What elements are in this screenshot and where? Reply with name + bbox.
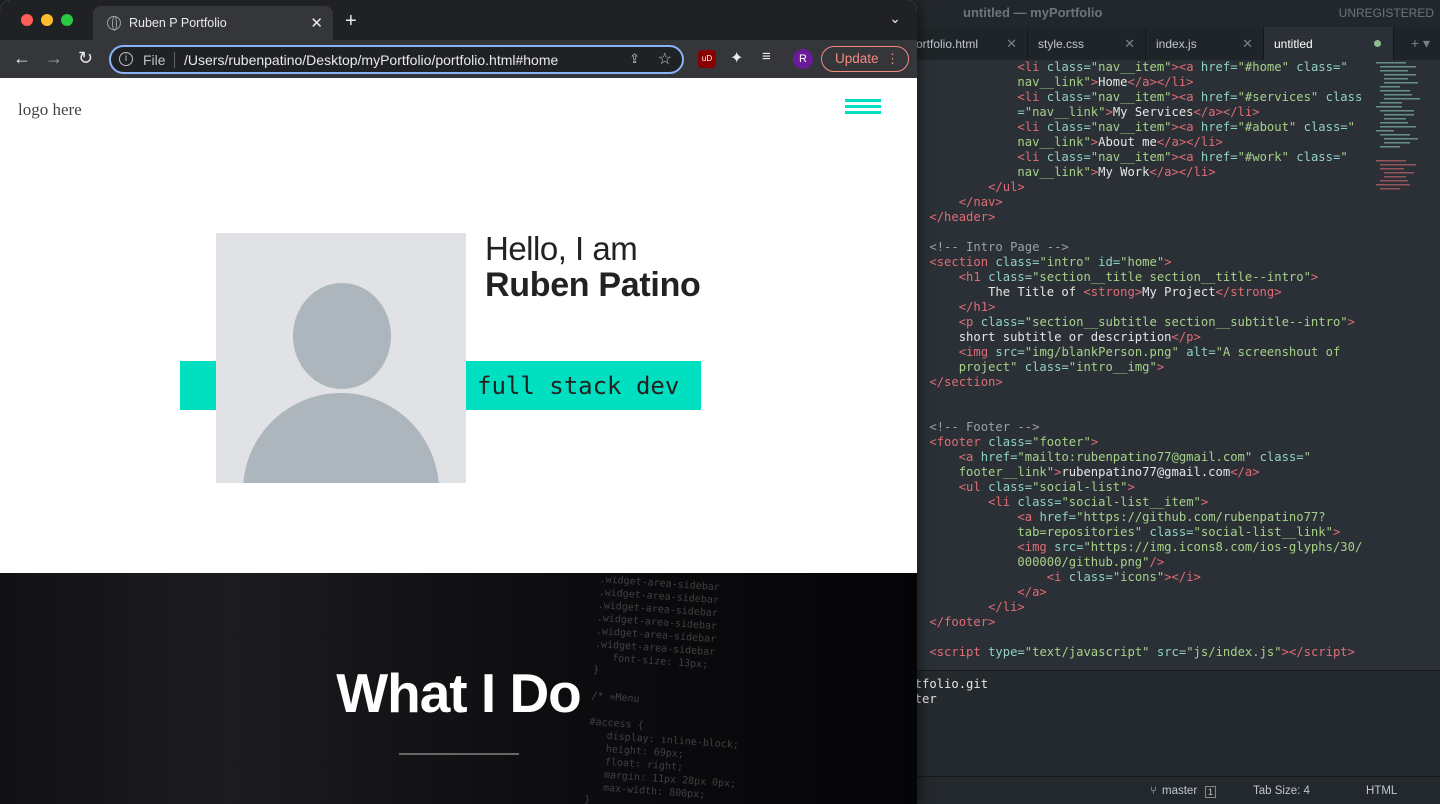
editor-tab-label: untitled — [1274, 36, 1313, 51]
code-area[interactable]: <li class="nav__item"><a href="#home" cl… — [900, 60, 1380, 670]
close-icon[interactable]: ✕ — [1006, 36, 1017, 52]
intro-subtitle: full stack dev — [477, 372, 680, 400]
person-head-shape — [293, 283, 391, 389]
page-viewport[interactable]: logo here Hello, I am Ruben Patino full … — [0, 78, 917, 804]
logo-broken-image[interactable]: logo here — [18, 100, 82, 120]
editor-tab-label: ortfolio.html — [916, 36, 979, 51]
accent-bar-left — [180, 361, 218, 410]
editor-status-bar: ⑂ master 1 Tab Size: 4 HTML — [900, 776, 1440, 804]
editor-tab-label: style.css — [1038, 36, 1085, 51]
url-scheme: File — [143, 52, 166, 68]
browser-window: Ruben P Portfolio ✕ + ⌄ ← → ↻ i File /Us… — [0, 0, 917, 804]
close-window-button[interactable] — [21, 14, 33, 26]
profile-placeholder-image — [216, 233, 466, 483]
tab-size[interactable]: Tab Size: 4 — [1253, 785, 1310, 797]
minimize-window-button[interactable] — [41, 14, 53, 26]
browser-tab-title: Ruben P Portfolio — [129, 16, 227, 30]
console-panel: ortfolio.git aster — [900, 670, 1440, 776]
reload-icon[interactable]: ↻ — [78, 49, 93, 67]
zoom-window-button[interactable] — [61, 14, 73, 26]
back-arrow-icon[interactable]: ← — [13, 49, 31, 67]
editor-tab-portfolio-html[interactable]: ortfolio.html ✕ — [900, 27, 1028, 60]
logo-alt-text: logo here — [18, 100, 82, 119]
divider — [174, 52, 175, 68]
registration-status: UNREGISTERED — [1338, 6, 1434, 20]
editor-tab-label: index.js — [1156, 36, 1197, 51]
url-text[interactable]: /Users/rubenpatino/Desktop/myPortfolio/p… — [184, 52, 558, 68]
new-tab-menu-icon[interactable]: + ▾ — [1411, 35, 1430, 52]
syntax-mode[interactable]: HTML — [1366, 785, 1397, 797]
code-editor-window: untitled — myPortfolio UNREGISTERED ortf… — [900, 0, 1440, 804]
section-title: What I Do — [336, 662, 582, 724]
info-icon[interactable]: i — [119, 52, 133, 66]
console-line: ortfolio.git — [900, 677, 989, 691]
editor-tab-bar: ortfolio.html ✕ style.css ✕ index.js ✕ u… — [900, 27, 1440, 60]
git-branch[interactable]: master — [1162, 785, 1197, 797]
unsaved-dot-icon — [1374, 40, 1381, 47]
extensions-puzzle-icon[interactable]: ✦ — [730, 48, 748, 67]
update-button[interactable]: Update ⋮ — [821, 46, 909, 72]
person-body-shape — [243, 393, 439, 483]
profile-avatar[interactable]: R — [793, 49, 813, 69]
git-branch-icon: ⑂ — [1150, 785, 1157, 797]
forward-arrow-icon[interactable]: → — [45, 49, 63, 67]
branch-count-badge: 1 — [1205, 786, 1217, 798]
console-line: aster — [900, 692, 937, 706]
new-tab-button[interactable]: + — [345, 10, 357, 33]
intro-name: Ruben Patino — [485, 266, 701, 304]
update-label: Update — [835, 51, 879, 66]
globe-icon — [107, 16, 121, 31]
chevron-down-icon[interactable]: ⌄ — [889, 10, 901, 27]
editor-tab-index-js[interactable]: index.js ✕ — [1146, 27, 1264, 60]
close-icon[interactable]: ✕ — [1242, 36, 1253, 52]
section-divider — [399, 753, 519, 755]
kebab-menu-icon[interactable]: ⋮ — [886, 47, 899, 70]
close-icon[interactable]: ✕ — [1124, 36, 1135, 52]
browser-toolbar: ← → ↻ i File /Users/rubenpatino/Desktop/… — [0, 40, 917, 78]
intro-greeting: Hello, I am — [485, 230, 638, 267]
browser-tab-strip: Ruben P Portfolio ✕ + ⌄ — [0, 0, 917, 40]
address-bar[interactable]: i File /Users/rubenpatino/Desktop/myPort… — [109, 45, 684, 74]
share-icon[interactable]: ⇪ — [629, 51, 640, 67]
editor-tab-style-css[interactable]: style.css ✕ — [1028, 27, 1146, 60]
ublock-extension-icon[interactable]: uD — [698, 50, 716, 68]
close-icon[interactable]: ✕ — [310, 14, 323, 32]
minimap[interactable] — [1374, 60, 1420, 220]
media-queue-icon[interactable]: ≡ — [762, 48, 780, 66]
editor-window-title: untitled — myPortfolio — [963, 5, 1103, 20]
editor-tab-untitled[interactable]: untitled — [1264, 27, 1394, 60]
services-section: .widget-area-sidebar .widget-area-sideba… — [0, 573, 917, 804]
hamburger-menu-icon[interactable] — [845, 99, 881, 115]
bookmark-star-icon[interactable]: ☆ — [658, 49, 672, 69]
editor-titlebar: untitled — myPortfolio UNREGISTERED — [900, 0, 1440, 27]
browser-tab[interactable]: Ruben P Portfolio ✕ — [93, 6, 333, 40]
